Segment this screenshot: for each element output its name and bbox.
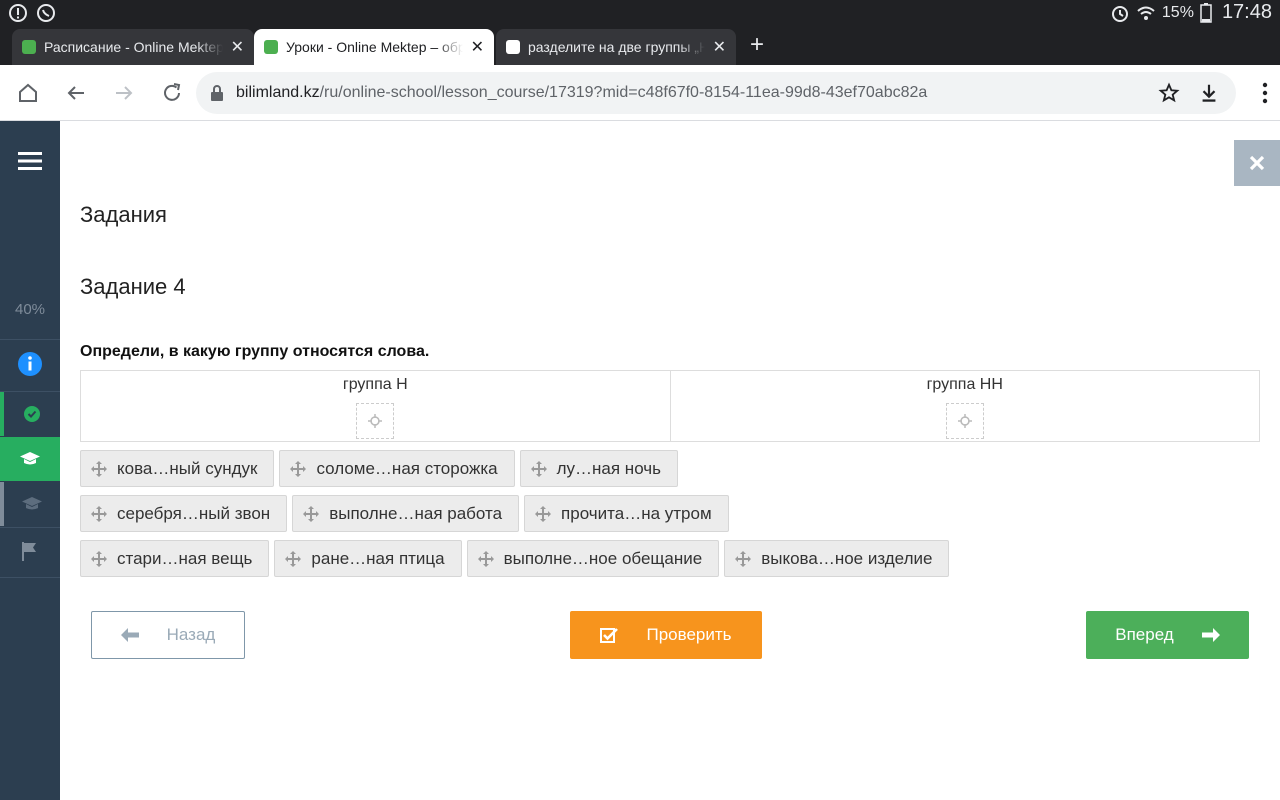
- info-icon[interactable]: [0, 346, 60, 382]
- word-row: кова…ный сундук соломе…ная сторожка лу…н…: [80, 450, 1260, 495]
- drop-zone[interactable]: [945, 403, 984, 439]
- word-chip[interactable]: лу…ная ночь: [519, 450, 678, 487]
- graduation-cap-icon: [20, 452, 40, 465]
- word-chip[interactable]: стари…ная вещь: [80, 540, 270, 577]
- word-chip[interactable]: прочита…на утром: [524, 495, 729, 532]
- reload-icon[interactable]: [160, 81, 184, 105]
- move-icon: [290, 460, 307, 477]
- online-mektep-favicon-icon: [264, 40, 278, 54]
- forward-arrow-icon[interactable]: [112, 81, 136, 105]
- word-chip[interactable]: выполне…ная работа: [292, 495, 520, 532]
- move-icon: [535, 505, 552, 522]
- section-title: Задания: [80, 202, 167, 227]
- lock-icon[interactable]: [210, 85, 224, 101]
- close-lesson-button[interactable]: [1234, 140, 1280, 186]
- group-n[interactable]: группа Н: [81, 371, 670, 441]
- clock: 17:48: [1221, 1, 1272, 23]
- word-bank: кова…ный сундук соломе…ная сторожка лу…н…: [80, 450, 1260, 585]
- word-chip[interactable]: соломе…ная сторожка: [279, 450, 515, 487]
- crosshair-icon: [368, 414, 383, 428]
- move-icon: [735, 550, 752, 567]
- alert-icon: [9, 4, 27, 22]
- progress-indicator: 40%: [14, 300, 46, 318]
- hamburger-menu-icon[interactable]: [0, 143, 60, 179]
- more-menu-icon[interactable]: [1262, 81, 1268, 105]
- task-title: Задание 4: [80, 274, 186, 299]
- tab-title: разделите на две группы „Н“ и „НН“: [528, 39, 705, 55]
- sidebar-item-completed[interactable]: [0, 392, 60, 436]
- close-tab-icon[interactable]: ✕: [713, 37, 726, 57]
- url-text[interactable]: bilimland.kz/ru/online-school/lesson_cou…: [236, 84, 927, 102]
- battery-icon: [1200, 2, 1212, 23]
- battery-percent: 15%: [1161, 3, 1194, 21]
- move-icon: [91, 550, 107, 567]
- word-chip[interactable]: выполне…ное обещание: [466, 540, 720, 577]
- check-circle-icon: [24, 406, 40, 422]
- check-button[interactable]: Проверить: [570, 611, 762, 659]
- new-tab-plus-icon[interactable]: +: [750, 31, 764, 59]
- bookmark-star-icon[interactable]: [1158, 82, 1180, 104]
- word-row: серебря…ный звон выполне…ная работа проч…: [80, 495, 1260, 540]
- word-chip[interactable]: серебря…ный звон: [80, 495, 288, 532]
- task-instruction: Определи, в какую группу относятся слова…: [80, 343, 430, 360]
- close-tab-icon[interactable]: ✕: [471, 37, 484, 57]
- arrow-right-icon: [1201, 628, 1220, 642]
- wifi-icon: [1137, 6, 1155, 20]
- group-title: группа НН: [926, 376, 1003, 393]
- system-status-bar: 15% 17:48: [0, 0, 1280, 25]
- group-nn[interactable]: группа НН: [669, 371, 1260, 441]
- move-icon: [285, 550, 302, 567]
- whatsapp-icon: [37, 4, 55, 22]
- move-icon: [477, 550, 494, 567]
- alarm-icon: [1111, 5, 1128, 22]
- back-button[interactable]: Назад: [91, 611, 245, 659]
- crosshair-icon: [957, 414, 972, 428]
- drop-groups: группа Н группа НН: [80, 370, 1260, 442]
- drop-zone[interactable]: [356, 403, 395, 439]
- course-sidebar: 40%: [0, 121, 60, 800]
- tab-search[interactable]: разделите на две группы „Н“ и „НН“ ✕: [496, 29, 736, 65]
- back-arrow-icon[interactable]: [64, 81, 88, 105]
- tab-lessons[interactable]: Уроки - Online Mektep – образовательная …: [254, 29, 494, 65]
- close-icon: [1249, 155, 1265, 171]
- online-mektep-favicon-icon: [22, 40, 36, 54]
- checkbox-checked-icon: [600, 628, 619, 643]
- word-chip[interactable]: выкова…ное изделие: [724, 540, 950, 577]
- tab-title: Расписание - Online Mektep: [44, 39, 223, 55]
- move-icon: [303, 505, 320, 522]
- graduation-cap-icon: [22, 497, 42, 510]
- home-icon[interactable]: [16, 81, 40, 105]
- next-button[interactable]: Вперед: [1086, 611, 1249, 659]
- browser-toolbar: bilimland.kz/ru/online-school/lesson_cou…: [0, 65, 1280, 121]
- move-icon: [91, 505, 107, 522]
- move-icon: [530, 460, 547, 477]
- word-chip[interactable]: кова…ный сундук: [80, 450, 275, 487]
- browser-tab-strip: Расписание - Online Mektep ✕ Уроки - Onl…: [0, 25, 1280, 65]
- group-title: группа Н: [342, 376, 408, 393]
- arrow-left-icon: [120, 628, 139, 642]
- tab-schedule[interactable]: Расписание - Online Mektep ✕: [12, 29, 254, 65]
- word-row: стари…ная вещь ране…ная птица выполне…но…: [80, 540, 1260, 585]
- tab-title: Уроки - Online Mektep – образовательная …: [286, 39, 463, 55]
- word-chip[interactable]: ране…ная птица: [274, 540, 462, 577]
- download-icon[interactable]: [1198, 82, 1220, 104]
- address-bar[interactable]: bilimland.kz/ru/online-school/lesson_cou…: [196, 72, 1236, 114]
- task-content: Задания Задание 4 Определи, в какую груп…: [60, 121, 1280, 800]
- znanija-favicon-icon: [506, 40, 520, 54]
- close-tab-icon[interactable]: ✕: [231, 37, 244, 57]
- sidebar-item-lesson[interactable]: [0, 482, 60, 526]
- sidebar-item-lesson-active[interactable]: [0, 437, 60, 481]
- flag-icon[interactable]: [0, 531, 60, 571]
- move-icon: [91, 460, 107, 477]
